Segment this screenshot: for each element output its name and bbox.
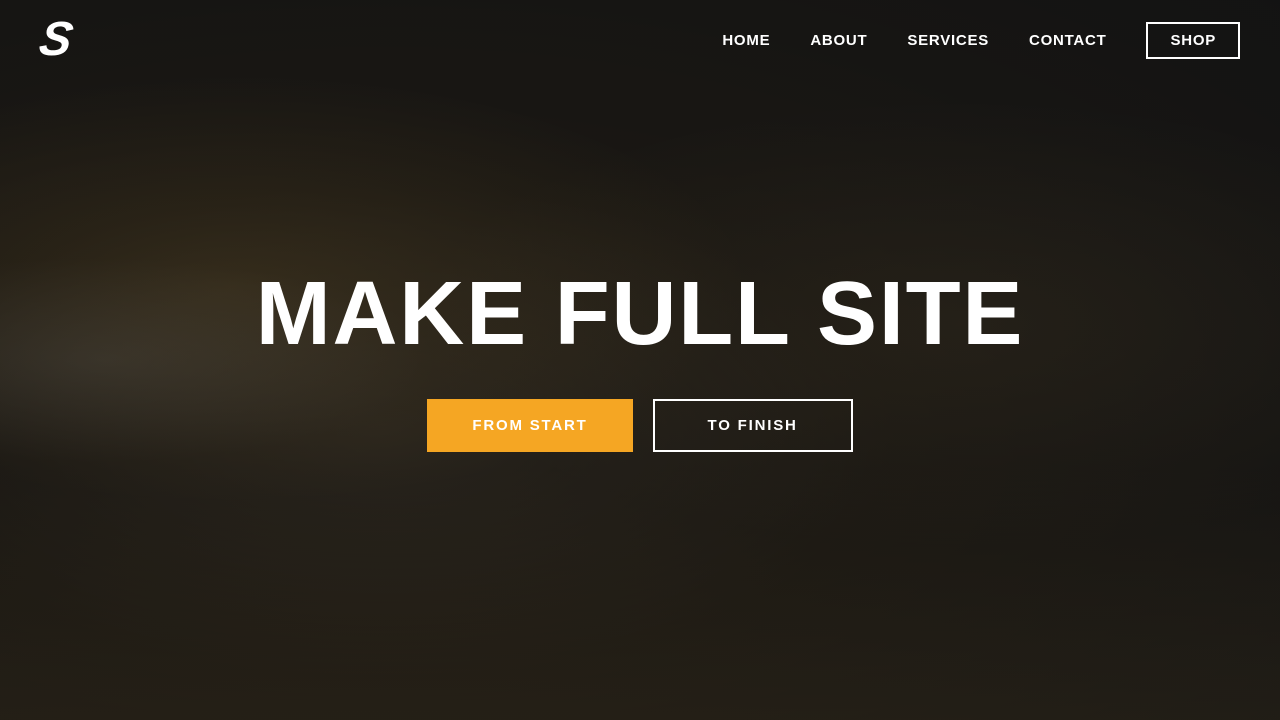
logo[interactable]: S (40, 16, 72, 64)
nav-home[interactable]: HOME (722, 32, 770, 49)
hero-title: MAKE FULL SITE (256, 269, 1025, 359)
nav-services[interactable]: SERVICES (907, 32, 989, 49)
hero-content: MAKE FULL SITE FROM START TO FINISH (256, 269, 1025, 452)
nav-shop[interactable]: SHOP (1146, 22, 1240, 59)
to-finish-button[interactable]: TO FINISH (653, 399, 853, 452)
nav-contact[interactable]: CONTACT (1029, 32, 1106, 49)
hero-section: S HOME ABOUT SERVICES CONTACT SHOP MAKE … (0, 0, 1280, 720)
from-start-button[interactable]: FROM START (427, 399, 632, 452)
hero-buttons: FROM START TO FINISH (427, 399, 852, 452)
logo-icon: S (36, 16, 76, 64)
nav-about[interactable]: ABOUT (810, 32, 867, 49)
header: S HOME ABOUT SERVICES CONTACT SHOP (0, 0, 1280, 80)
main-nav: HOME ABOUT SERVICES CONTACT SHOP (722, 22, 1240, 59)
